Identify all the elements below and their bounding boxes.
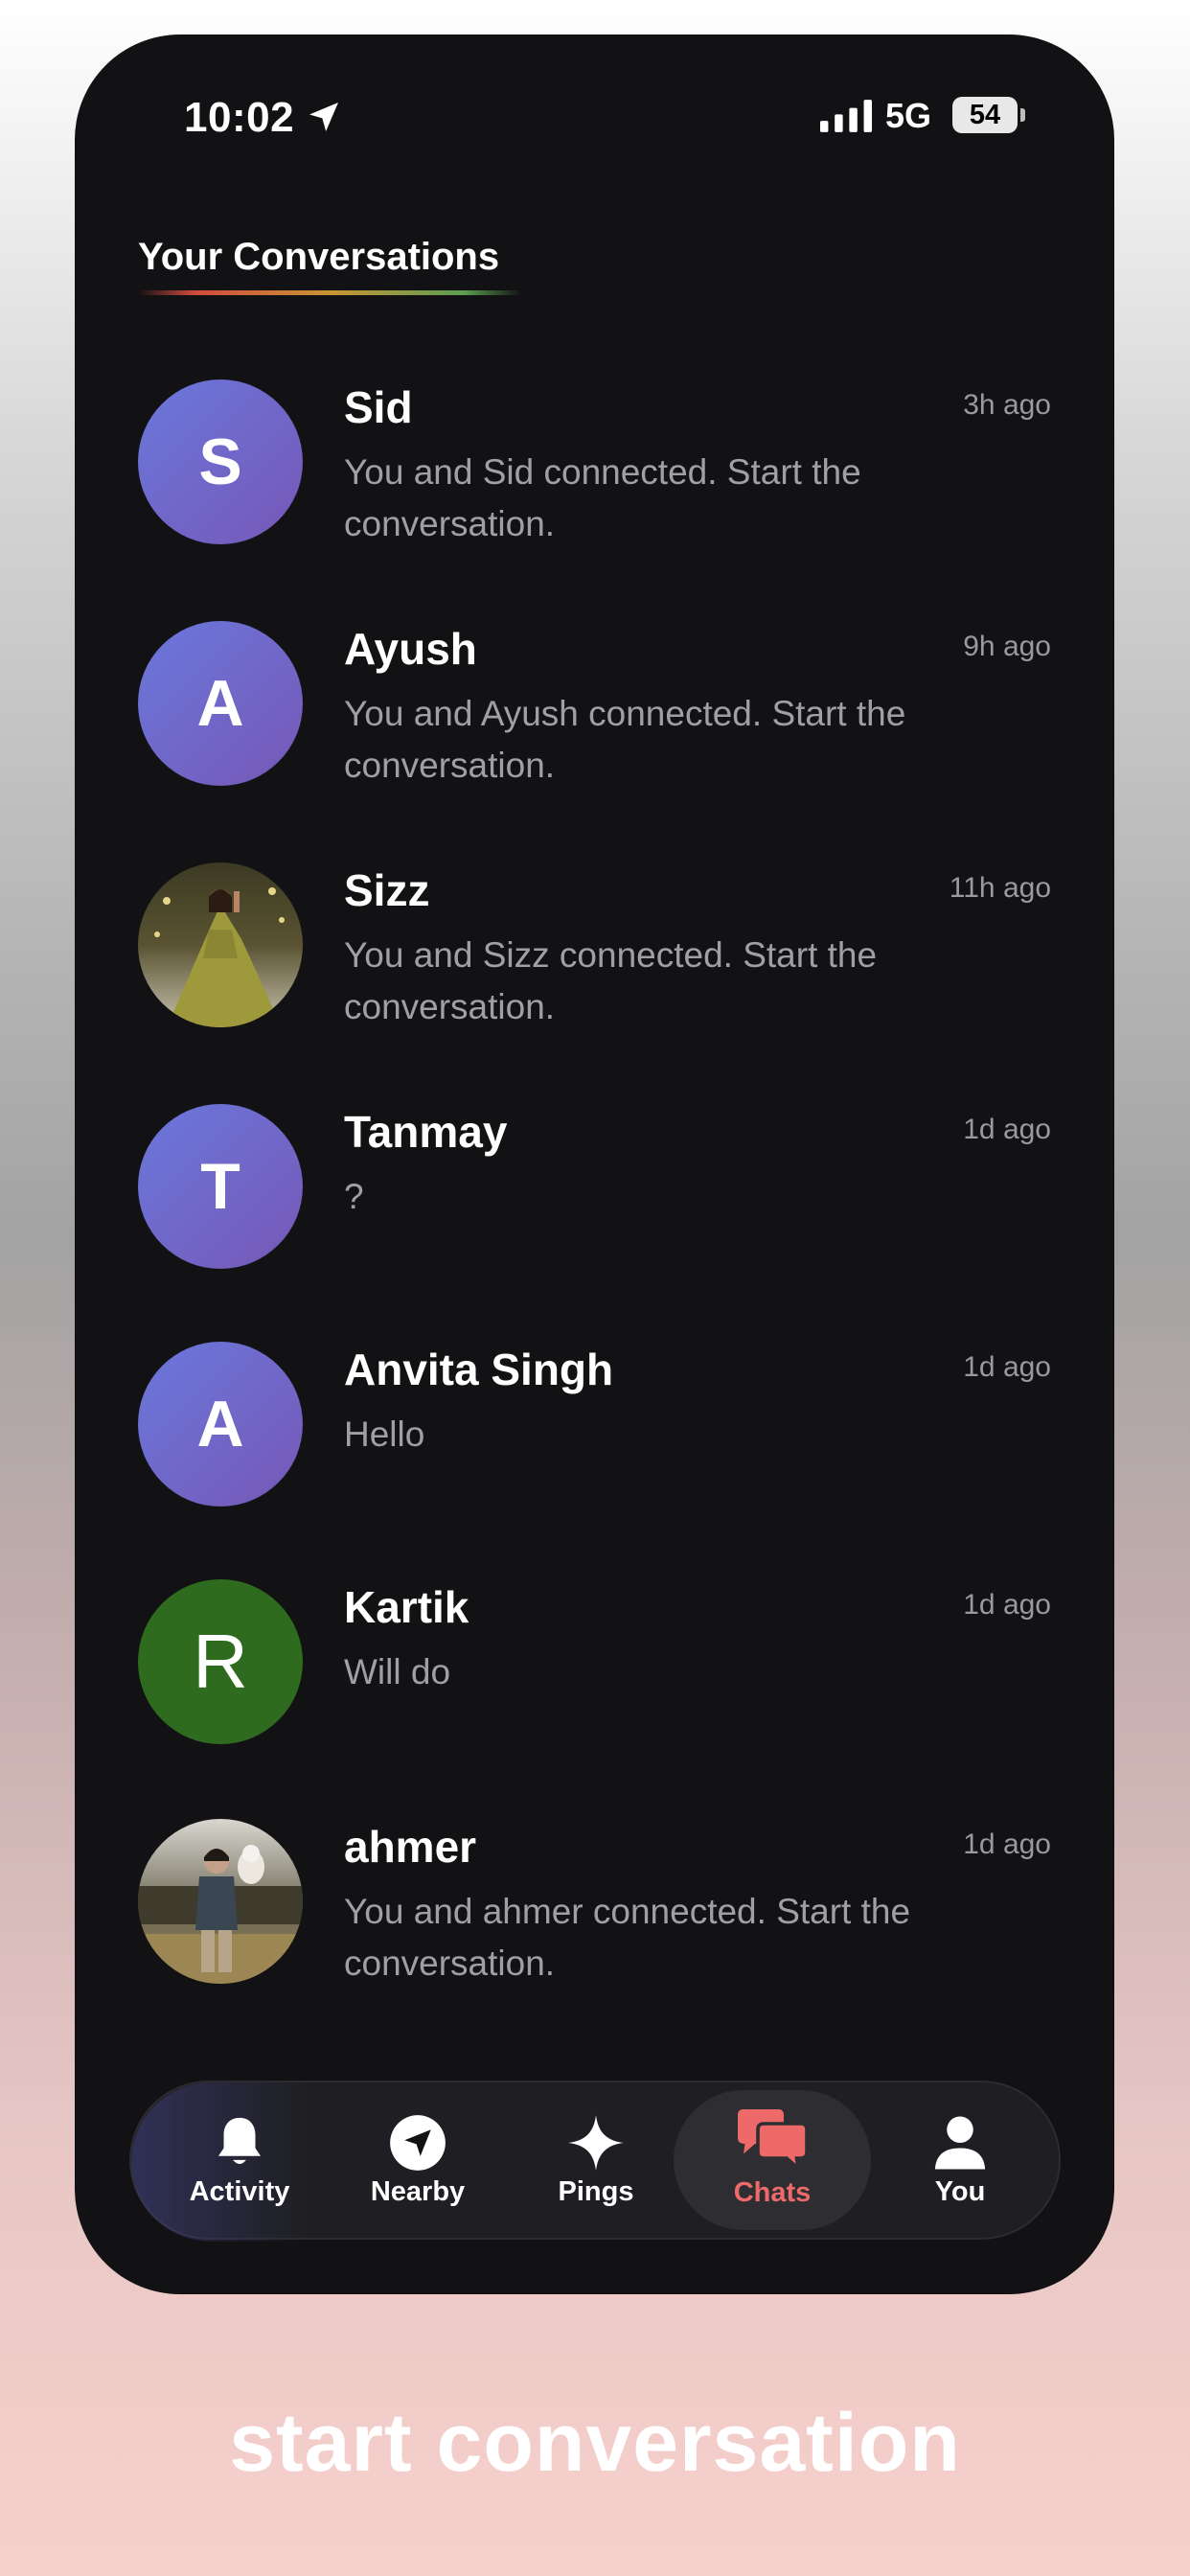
conversation-time: 1d ago (963, 1828, 1051, 1860)
tab-label: Nearby (370, 2175, 466, 2207)
conversation-preview: Will do (344, 1652, 451, 1691)
conversation-row[interactable]: ahmer 1d ago You and ahmer connected. St… (75, 1819, 1114, 2011)
battery-level: 54 (969, 100, 1001, 130)
conversation-time: 11h ago (949, 872, 1051, 904)
conversation-name: Sizz (344, 865, 430, 915)
conversation-name: Sid (344, 382, 413, 432)
bell-icon (218, 2117, 261, 2164)
conversation-time: 1d ago (963, 1114, 1051, 1145)
conversation-row[interactable]: A Anvita Singh 1d ago Hello (75, 1342, 1114, 1533)
page-title: Your Conversations (138, 236, 500, 278)
tab-label: Activity (189, 2175, 290, 2207)
conversation-time: 1d ago (963, 1589, 1051, 1621)
avatar: A (138, 621, 303, 786)
conversation-name: Anvita Singh (344, 1345, 614, 1394)
title-underline (138, 290, 521, 295)
location-arrow-icon (309, 103, 338, 131)
avatar: S (138, 380, 303, 544)
tab-pings[interactable]: Pings (507, 2082, 685, 2242)
status-bar: 10:02 5G 54 (75, 34, 1114, 202)
marketing-caption: start conversation (229, 2397, 961, 2489)
battery-cap (1020, 108, 1025, 122)
woman-portrait-image (138, 862, 303, 1027)
conversation-time: 1d ago (963, 1351, 1051, 1383)
conversation-preview: You and ahmer connected. Start the conve… (344, 1892, 911, 1983)
conversation-row[interactable]: S Sid 3h ago You and Sid connected. Star… (75, 380, 1114, 571)
conversation-row[interactable]: A Ayush 9h ago You and Ayush connected. … (75, 621, 1114, 813)
tab-nearby[interactable]: Nearby (329, 2082, 507, 2242)
conversation-preview: Hello (344, 1414, 425, 1454)
conversation-preview: ? (344, 1177, 364, 1216)
conversation-row[interactable]: T Tanmay 1d ago ? (75, 1104, 1114, 1296)
avatar-photo (138, 862, 303, 1027)
conversation-row[interactable]: R Kartik 1d ago Will do (75, 1579, 1114, 1771)
conversation-preview: You and Sid connected. Start the convers… (344, 452, 861, 543)
network-label: 5G (885, 96, 932, 135)
status-time: 10:02 (184, 94, 295, 141)
avatar: T (138, 1104, 303, 1269)
tab-activity[interactable]: Activity (150, 2082, 329, 2242)
tab-label: You (934, 2175, 986, 2207)
navigation-icon (390, 2114, 446, 2171)
avatar: R (138, 1579, 303, 1744)
tab-label: Chats (733, 2176, 812, 2208)
conversation-name: Tanmay (344, 1107, 508, 1157)
conversation-name: Kartik (344, 1582, 469, 1632)
conversation-name: Ayush (344, 624, 477, 674)
sparkle-icon (568, 2114, 624, 2171)
avatar: A (138, 1342, 303, 1506)
tab-label: Pings (558, 2175, 634, 2207)
chat-bubbles-icon (738, 2108, 809, 2173)
signal-bars-icon (820, 100, 872, 132)
conversation-row[interactable]: Sizz 11h ago You and Sizz connected. Sta… (75, 862, 1114, 1054)
conversation-preview: You and Sizz connected. Start the conver… (344, 935, 878, 1026)
tab-you[interactable]: You (871, 2082, 1049, 2242)
conversation-time: 3h ago (963, 389, 1051, 421)
conversation-time: 9h ago (963, 631, 1051, 662)
person-icon (934, 2116, 986, 2169)
phone-screen: 10:02 5G 54 Your Conversations S Sid 3h … (75, 34, 1114, 2294)
battery-icon: 54 (952, 97, 1018, 133)
conversation-preview: You and Ayush connected. Start the conve… (344, 694, 906, 785)
avatar-photo (138, 1819, 303, 1984)
conversation-name: ahmer (344, 1822, 477, 1872)
bottom-tab-bar: Activity Nearby Pings Chats You (129, 2081, 1061, 2242)
tab-chats[interactable]: Chats (674, 2090, 871, 2230)
man-portrait-image (138, 1819, 303, 1984)
